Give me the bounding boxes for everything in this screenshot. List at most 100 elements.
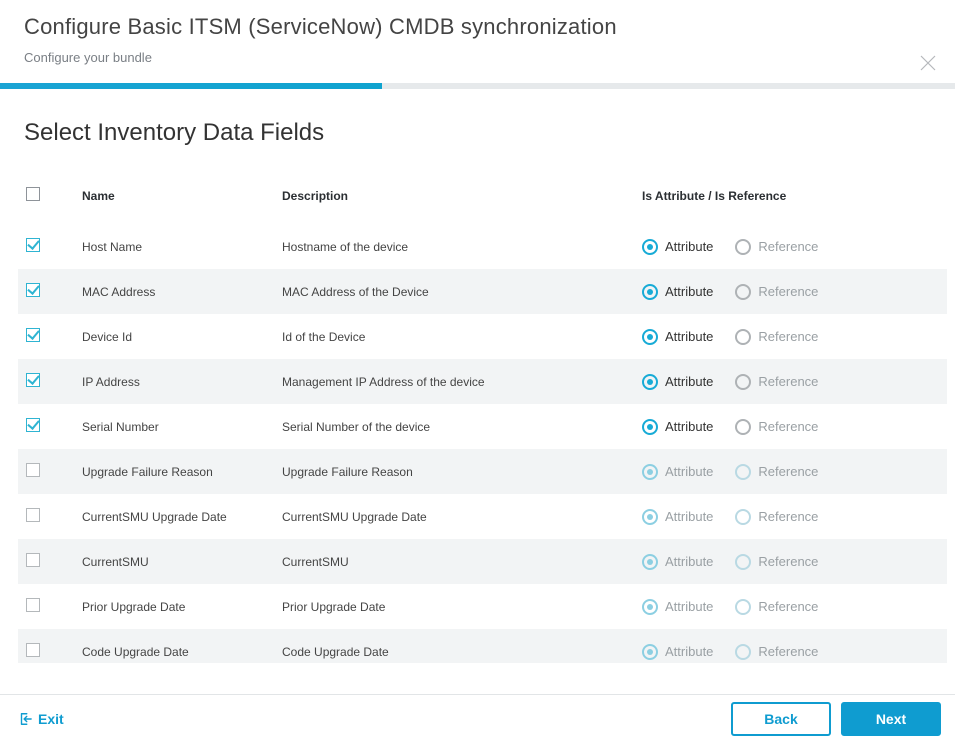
row-checkbox[interactable] <box>26 373 40 387</box>
radio-dot-icon <box>735 419 751 435</box>
radio-label: Attribute <box>665 554 713 569</box>
page-title: Configure Basic ITSM (ServiceNow) CMDB s… <box>24 14 931 40</box>
reference-radio[interactable]: Reference <box>735 284 818 300</box>
radio-dot-icon <box>735 554 751 570</box>
reference-radio[interactable]: Reference <box>735 374 818 390</box>
reference-radio[interactable]: Reference <box>735 419 818 435</box>
radio-dot-icon <box>642 554 658 570</box>
row-description: Hostname of the device <box>274 224 634 269</box>
radio-label: Attribute <box>665 329 713 344</box>
table-row: CurrentSMUCurrentSMU Attribute Reference <box>18 539 947 584</box>
row-description: Id of the Device <box>274 314 634 359</box>
row-description: Management IP Address of the device <box>274 359 634 404</box>
row-checkbox[interactable] <box>26 328 40 342</box>
close-icon[interactable] <box>919 54 937 72</box>
radio-dot-icon <box>735 239 751 255</box>
table-row: Prior Upgrade DatePrior Upgrade DateAttr… <box>18 584 947 629</box>
row-description: Serial Number of the device <box>274 404 634 449</box>
row-checkbox[interactable] <box>26 463 40 477</box>
radio-dot-icon <box>735 284 751 300</box>
row-description: MAC Address of the Device <box>274 269 634 314</box>
radio-dot-icon <box>642 509 658 525</box>
attribute-radio: Attribute <box>642 599 713 615</box>
radio-dot-icon <box>642 329 658 345</box>
radio-dot-icon <box>642 599 658 615</box>
row-description: Code Upgrade Date <box>274 629 634 663</box>
radio-label: Reference <box>758 374 818 389</box>
attribute-radio[interactable]: Attribute <box>642 239 713 255</box>
attribute-radio[interactable]: Attribute <box>642 329 713 345</box>
radio-dot-icon <box>735 464 751 480</box>
radio-label: Reference <box>758 554 818 569</box>
reference-radio: Reference <box>735 464 818 480</box>
reference-radio[interactable]: Reference <box>735 239 818 255</box>
row-name: CurrentSMU <box>74 539 274 584</box>
attr-ref-group: Attribute Reference <box>642 329 939 345</box>
table-row: Upgrade Failure ReasonUpgrade Failure Re… <box>18 449 947 494</box>
reference-radio: Reference <box>735 644 818 660</box>
exit-icon <box>18 712 32 726</box>
reference-radio[interactable]: Reference <box>735 329 818 345</box>
row-checkbox[interactable] <box>26 598 40 612</box>
wizard-footer: Exit Back Next <box>0 694 955 742</box>
row-name: Upgrade Failure Reason <box>74 449 274 494</box>
header-name: Name <box>74 169 274 224</box>
fields-table-scroll[interactable]: Name Description Is Attribute / Is Refer… <box>18 169 947 663</box>
radio-label: Attribute <box>665 284 713 299</box>
radio-label: Attribute <box>665 509 713 524</box>
row-name: Device Id <box>74 314 274 359</box>
modal-header: Configure Basic ITSM (ServiceNow) CMDB s… <box>0 0 955 83</box>
row-checkbox[interactable] <box>26 553 40 567</box>
radio-dot-icon <box>642 239 658 255</box>
row-checkbox[interactable] <box>26 238 40 252</box>
radio-label: Reference <box>758 419 818 434</box>
radio-dot-icon <box>642 419 658 435</box>
radio-label: Reference <box>758 329 818 344</box>
attribute-radio: Attribute <box>642 509 713 525</box>
fields-table: Name Description Is Attribute / Is Refer… <box>18 169 947 663</box>
attr-ref-group: Attribute Reference <box>642 419 939 435</box>
table-row: Host NameHostname of the deviceAttribute… <box>18 224 947 269</box>
row-checkbox[interactable] <box>26 508 40 522</box>
row-description: CurrentSMU <box>274 539 634 584</box>
row-description: CurrentSMU Upgrade Date <box>274 494 634 539</box>
radio-label: Reference <box>758 509 818 524</box>
row-checkbox[interactable] <box>26 283 40 297</box>
radio-dot-icon <box>642 284 658 300</box>
row-name: MAC Address <box>74 269 274 314</box>
select-all-checkbox[interactable] <box>26 187 40 201</box>
row-name: Code Upgrade Date <box>74 629 274 663</box>
row-name: Prior Upgrade Date <box>74 584 274 629</box>
header-attr-ref: Is Attribute / Is Reference <box>634 169 947 224</box>
reference-radio: Reference <box>735 554 818 570</box>
radio-dot-icon <box>642 374 658 390</box>
radio-label: Attribute <box>665 419 713 434</box>
attribute-radio[interactable]: Attribute <box>642 419 713 435</box>
back-label: Back <box>764 711 797 727</box>
row-description: Upgrade Failure Reason <box>274 449 634 494</box>
row-name: CurrentSMU Upgrade Date <box>74 494 274 539</box>
radio-label: Attribute <box>665 644 713 659</box>
attr-ref-group: Attribute Reference <box>642 464 939 480</box>
attribute-radio: Attribute <box>642 554 713 570</box>
next-button[interactable]: Next <box>841 702 941 736</box>
row-checkbox[interactable] <box>26 643 40 657</box>
attribute-radio[interactable]: Attribute <box>642 374 713 390</box>
radio-label: Attribute <box>665 464 713 479</box>
exit-button[interactable]: Exit <box>18 711 64 727</box>
row-name: Serial Number <box>74 404 274 449</box>
header-checkbox-cell <box>18 169 74 224</box>
back-button[interactable]: Back <box>731 702 831 736</box>
table-row: CurrentSMU Upgrade DateCurrentSMU Upgrad… <box>18 494 947 539</box>
attr-ref-group: Attribute Reference <box>642 284 939 300</box>
radio-label: Reference <box>758 239 818 254</box>
attr-ref-group: Attribute Reference <box>642 599 939 615</box>
table-header-row: Name Description Is Attribute / Is Refer… <box>18 169 947 224</box>
radio-dot-icon <box>735 374 751 390</box>
row-checkbox[interactable] <box>26 418 40 432</box>
table-row: Device IdId of the Device Attribute Refere… <box>18 314 947 359</box>
radio-label: Reference <box>758 644 818 659</box>
reference-radio: Reference <box>735 599 818 615</box>
table-row: IP AddressManagement IP Address of the d… <box>18 359 947 404</box>
attribute-radio[interactable]: Attribute <box>642 284 713 300</box>
